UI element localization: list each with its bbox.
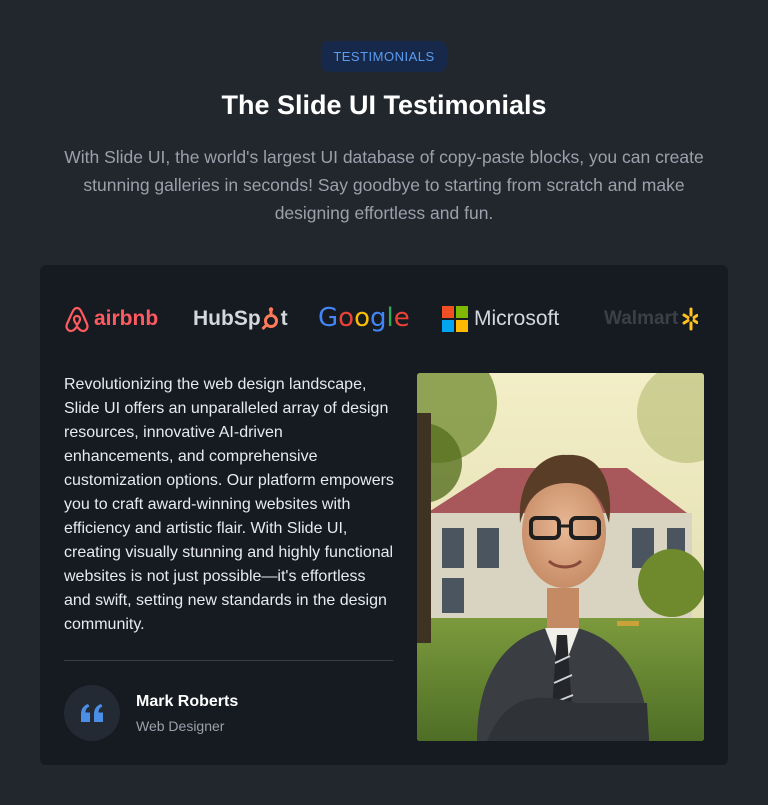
google-icon: Google: [318, 303, 410, 333]
logo-strip: airbnb HubSp t Google Microsoft Walmart: [40, 265, 728, 373]
section-title: The Slide UI Testimonials: [221, 90, 547, 120]
hubspot-icon: [261, 307, 278, 331]
airbnb-icon: [65, 306, 89, 333]
avatar: [64, 685, 120, 741]
logo-microsoft: Microsoft: [442, 304, 559, 334]
section-badge: TESTIMONIALS: [321, 41, 447, 72]
logo-hubspot-text: HubSp: [193, 307, 261, 330]
logo-airbnb: airbnb: [64, 304, 158, 334]
logo-walmart: Walmart: [604, 304, 699, 334]
divider: [64, 660, 393, 661]
testimonial-quote: Revolutionizing the web design landscape…: [64, 376, 394, 633]
microsoft-icon: [442, 306, 468, 332]
testimonial-photo: [417, 373, 704, 741]
section-subtitle: With Slide UI, the world's largest UI da…: [64, 147, 704, 223]
logo-airbnb-text: airbnb: [94, 307, 159, 330]
quote-mark-icon: [81, 704, 103, 722]
walmart-spark-icon: [682, 307, 699, 331]
logo-google: Google: [318, 303, 410, 333]
logo-walmart-text: Walmart: [604, 308, 679, 329]
testimonial-card: airbnb HubSp t Google Microsoft Walmart …: [40, 265, 728, 765]
logo-microsoft-text: Microsoft: [474, 307, 560, 330]
logo-hubspot-text-end: t: [280, 307, 288, 330]
portrait-image: [417, 373, 704, 741]
logo-hubspot: HubSp t: [193, 304, 288, 334]
author-role: Web Designer: [136, 718, 225, 734]
author-name: Mark Roberts: [136, 693, 239, 710]
